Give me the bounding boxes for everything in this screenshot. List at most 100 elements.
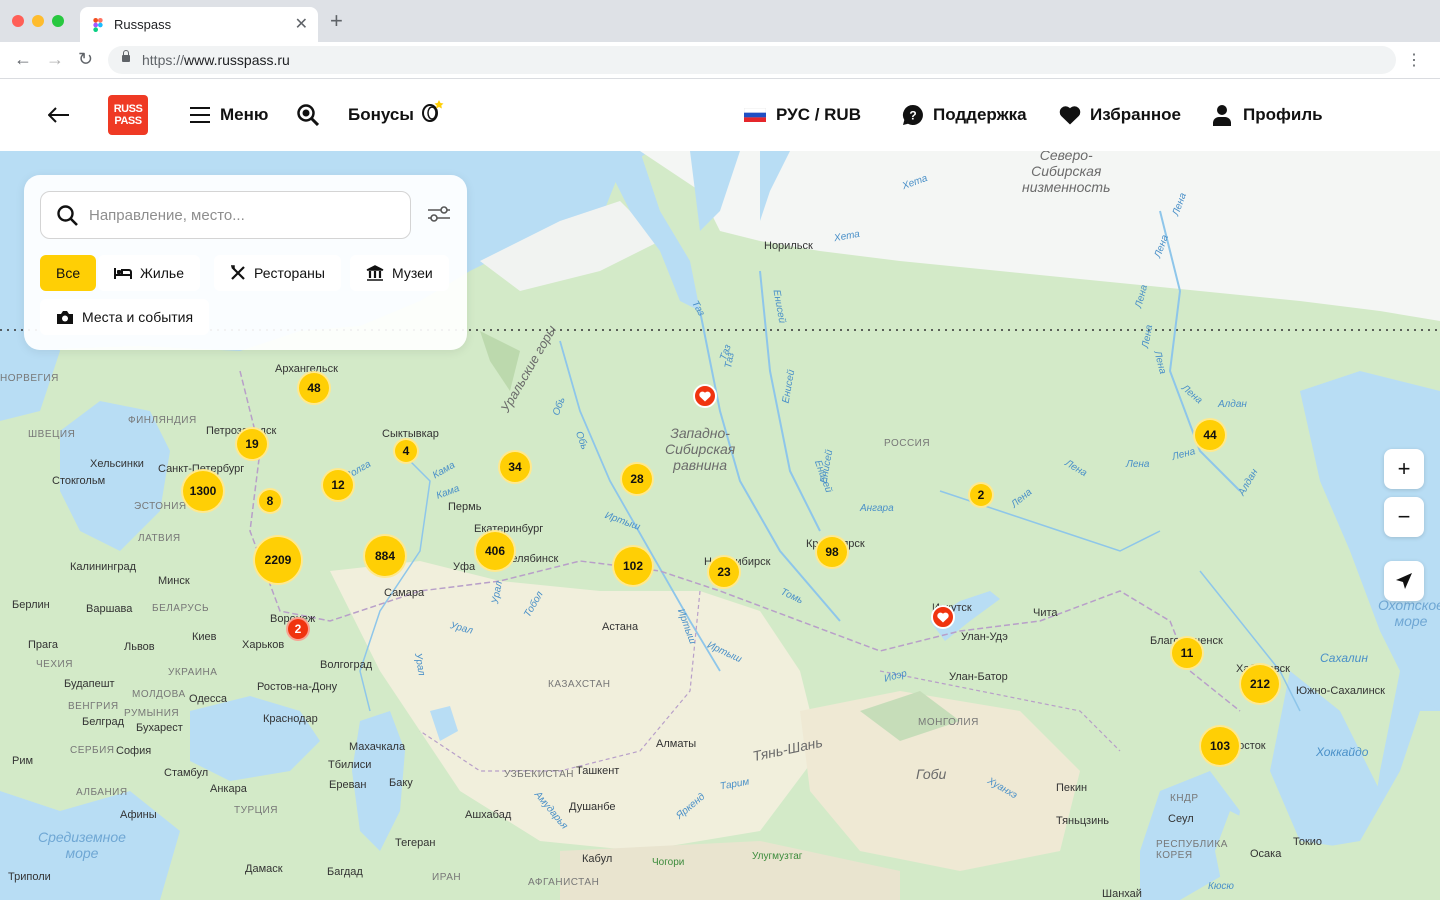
map-city-label: Токио bbox=[1293, 836, 1323, 848]
map-city-label: Варшава bbox=[86, 603, 133, 615]
back-arrow-icon[interactable]: ← bbox=[14, 50, 32, 68]
bonus-coin-icon bbox=[421, 100, 444, 122]
map-city-label: Улан-Удэ bbox=[961, 631, 1008, 643]
map-city-label: Душанбе bbox=[569, 801, 616, 813]
forward-arrow-icon[interactable]: → bbox=[46, 50, 64, 68]
map-cluster-marker[interactable]: 48 bbox=[297, 371, 331, 405]
map-country-label: ЛАТВИЯ bbox=[138, 533, 181, 544]
browser-tab[interactable]: Russpass ✕ bbox=[80, 7, 318, 42]
map-river-label: Ангара bbox=[860, 503, 894, 514]
map-country-label: ЧЕХИЯ bbox=[36, 659, 73, 670]
destination-search-input[interactable] bbox=[87, 192, 401, 238]
locale-switcher[interactable]: РУС / RUB bbox=[744, 79, 861, 151]
map-city-label: Стокгольм bbox=[52, 475, 106, 487]
map-city-label: Анкара bbox=[210, 783, 247, 795]
map-city-label: Триполи bbox=[8, 871, 51, 883]
map-cluster-marker[interactable]: 19 bbox=[235, 427, 269, 461]
map-river-label: Лена bbox=[1126, 459, 1150, 470]
support-link[interactable]: ? Поддержка bbox=[902, 79, 1027, 151]
bonuses-label: Бонусы bbox=[348, 105, 414, 124]
map-cluster-marker[interactable]: 98 bbox=[815, 535, 849, 569]
filter-chip-restaurants[interactable]: Рестораны bbox=[214, 255, 341, 291]
close-window-button[interactable] bbox=[12, 15, 24, 27]
filter-settings-icon[interactable] bbox=[428, 205, 450, 223]
bed-icon bbox=[114, 268, 132, 279]
map-cluster-marker[interactable]: 8 bbox=[257, 488, 283, 514]
zoom-in-button[interactable]: + bbox=[1384, 449, 1424, 489]
map-city-label: Осака bbox=[1250, 848, 1282, 860]
map-cluster-marker[interactable]: 103 bbox=[1199, 725, 1241, 767]
filter-chip-museums[interactable]: Музеи bbox=[350, 255, 449, 291]
map-cluster-marker[interactable]: 406 bbox=[474, 530, 516, 572]
map-city-label: Багдад bbox=[327, 866, 363, 878]
minus-icon: − bbox=[1397, 504, 1411, 529]
logo-line-2: PASS bbox=[114, 115, 142, 127]
map-region-label: Северо- Сибирская низменность bbox=[1022, 151, 1111, 195]
profile-link[interactable]: Профиль bbox=[1213, 79, 1323, 151]
filter-chip-label: Музеи bbox=[392, 265, 433, 281]
map-region-label: Западно- Сибирская равнина bbox=[665, 425, 736, 473]
map-city-label: Бухарест bbox=[136, 722, 183, 734]
map-cluster-marker[interactable]: 4 bbox=[393, 438, 419, 464]
map-city-label: София bbox=[116, 745, 152, 757]
address-bar[interactable]: https://www.russpass.ru bbox=[108, 46, 1396, 74]
map-city-label: Ташкент bbox=[576, 765, 620, 777]
map-river-label: Алдан bbox=[1218, 399, 1247, 410]
map-city-label: Пермь bbox=[448, 501, 482, 513]
maximize-window-button[interactable] bbox=[52, 15, 64, 27]
tab-close-icon[interactable]: ✕ bbox=[295, 14, 308, 34]
map-city-label: Алматы bbox=[656, 738, 697, 750]
map-country-label: ВЕНГРИЯ bbox=[68, 701, 119, 712]
map-canvas[interactable]: Северо- Сибирская низменность Западно- Сиби… bbox=[0, 151, 1440, 900]
map-cluster-marker[interactable]: 28 bbox=[620, 462, 654, 496]
back-button[interactable] bbox=[48, 79, 70, 151]
map-cluster-marker[interactable]: 102 bbox=[612, 545, 654, 587]
map-cluster-marker[interactable]: 34 bbox=[498, 450, 532, 484]
search-box[interactable] bbox=[40, 191, 411, 239]
filter-chip-label: Все bbox=[56, 265, 81, 281]
map-city-label: Уфа bbox=[453, 561, 476, 573]
search-button[interactable] bbox=[297, 79, 319, 151]
favorite-place-pin[interactable] bbox=[693, 384, 717, 408]
map-cluster-marker[interactable]: 1300 bbox=[181, 469, 225, 513]
zoom-out-button[interactable]: − bbox=[1384, 497, 1424, 537]
favorites-link[interactable]: Избранное bbox=[1059, 79, 1181, 151]
map-cluster-marker[interactable]: 2 bbox=[286, 617, 310, 641]
menu-button[interactable]: Меню bbox=[190, 79, 268, 151]
profile-label: Профиль bbox=[1243, 105, 1323, 124]
reload-icon[interactable]: ↻ bbox=[78, 50, 93, 68]
map-country-label: СЕРБИЯ bbox=[70, 745, 115, 756]
new-tab-button[interactable]: + bbox=[330, 10, 343, 32]
my-location-button[interactable] bbox=[1384, 561, 1424, 601]
map-city-label: Волгоград bbox=[320, 659, 373, 671]
browser-menu-icon[interactable]: ⋮ bbox=[1406, 50, 1422, 70]
map-cluster-marker[interactable]: 12 bbox=[321, 468, 355, 502]
map-country-label: НОРВЕГИЯ bbox=[0, 373, 59, 384]
search-icon bbox=[297, 104, 319, 126]
map-city-label: Минск bbox=[158, 575, 190, 587]
bonuses-link[interactable]: Бонусы bbox=[348, 79, 446, 151]
map-city-label: Тяньцзинь bbox=[1056, 815, 1110, 827]
map-cluster-marker[interactable]: 44 bbox=[1193, 418, 1227, 452]
map-cluster-marker[interactable]: 23 bbox=[707, 555, 741, 589]
tab-title: Russpass bbox=[114, 17, 172, 32]
filter-chip-places-events[interactable]: Места и события bbox=[40, 299, 210, 335]
map-cluster-marker[interactable]: 11 bbox=[1170, 636, 1204, 670]
filter-chip-all[interactable]: Все bbox=[40, 255, 97, 291]
map-cluster-marker[interactable]: 884 bbox=[363, 534, 407, 578]
logo-line-1: RUSS bbox=[113, 103, 143, 115]
map-cluster-marker[interactable]: 212 bbox=[1239, 663, 1281, 705]
heart-icon bbox=[937, 612, 949, 622]
map-cluster-marker[interactable]: 2209 bbox=[253, 535, 303, 585]
site-header: RUSS PASS Меню Бонусы РУС / RUB ? Поддер… bbox=[0, 79, 1440, 151]
filter-chip-housing[interactable]: Жилье bbox=[98, 255, 200, 291]
minimize-window-button[interactable] bbox=[32, 15, 44, 27]
russpass-logo[interactable]: RUSS PASS bbox=[108, 95, 148, 135]
map-country-label: РОССИЯ bbox=[884, 438, 931, 449]
favorite-place-pin[interactable] bbox=[931, 605, 955, 629]
map-cluster-marker[interactable]: 2 bbox=[968, 482, 994, 508]
heart-icon bbox=[699, 391, 711, 401]
map-city-label: Сеул bbox=[1168, 813, 1194, 825]
map-country-label: АЛБАНИЯ bbox=[76, 787, 128, 798]
map-city-label: Одесса bbox=[189, 693, 227, 705]
